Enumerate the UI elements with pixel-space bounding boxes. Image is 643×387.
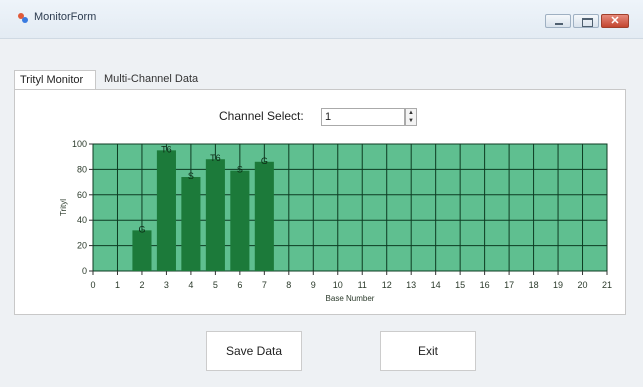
x-tick-label: 17 bbox=[504, 280, 514, 290]
x-axis-label: Base Number bbox=[326, 294, 375, 303]
x-tick-label: 7 bbox=[262, 280, 267, 290]
bar bbox=[230, 170, 250, 271]
x-tick-label: 9 bbox=[311, 280, 316, 290]
y-tick-label: 60 bbox=[77, 190, 87, 200]
bar-label: S bbox=[237, 165, 243, 175]
y-tick-label: 80 bbox=[77, 164, 87, 174]
bar-label: G bbox=[138, 224, 145, 234]
x-tick-label: 21 bbox=[602, 280, 612, 290]
y-tick-label: 0 bbox=[82, 266, 87, 276]
exit-button[interactable]: Exit bbox=[380, 331, 476, 371]
bar-label: T6 bbox=[210, 153, 221, 163]
y-tick-label: 100 bbox=[72, 139, 87, 149]
x-tick-label: 19 bbox=[553, 280, 563, 290]
x-tick-label: 13 bbox=[406, 280, 416, 290]
x-tick-label: 14 bbox=[431, 280, 441, 290]
x-tick-label: 10 bbox=[333, 280, 343, 290]
x-tick-label: 1 bbox=[115, 280, 120, 290]
x-tick-label: 4 bbox=[188, 280, 193, 290]
x-tick-label: 3 bbox=[164, 280, 169, 290]
trityl-chart: GT6ST6SG0 1 2 3 4 5 6 7 8 9 10 11 12 13 14 15 16 17 18 19 20… bbox=[59, 139, 612, 303]
bar bbox=[132, 230, 152, 271]
x-tick-label: 16 bbox=[480, 280, 490, 290]
x-tick-label: 15 bbox=[455, 280, 465, 290]
bar bbox=[181, 177, 201, 271]
bar-label: G bbox=[261, 156, 268, 166]
x-tick-label: 8 bbox=[286, 280, 291, 290]
save-data-button[interactable]: Save Data bbox=[206, 331, 302, 371]
y-axis-label: Trityl bbox=[59, 199, 68, 216]
y-tick-label: 40 bbox=[77, 215, 87, 225]
bar-label: T6 bbox=[161, 144, 172, 154]
monitor-window: MonitorForm ✕ Trityl Monitor Multi-Chann… bbox=[0, 0, 643, 387]
bar bbox=[205, 159, 225, 271]
x-tick-label: 11 bbox=[358, 280, 367, 290]
bar bbox=[254, 161, 274, 271]
bar bbox=[156, 150, 176, 271]
x-tick-label: 2 bbox=[139, 280, 144, 290]
x-tick-label: 12 bbox=[382, 280, 392, 290]
y-tick-label: 20 bbox=[77, 241, 87, 251]
x-tick-label: 20 bbox=[578, 280, 588, 290]
x-tick-label: 0 bbox=[90, 280, 95, 290]
x-tick-label: 5 bbox=[213, 280, 218, 290]
x-tick-label: 6 bbox=[237, 280, 242, 290]
bar-label: S bbox=[188, 171, 194, 181]
x-tick-label: 18 bbox=[529, 280, 539, 290]
